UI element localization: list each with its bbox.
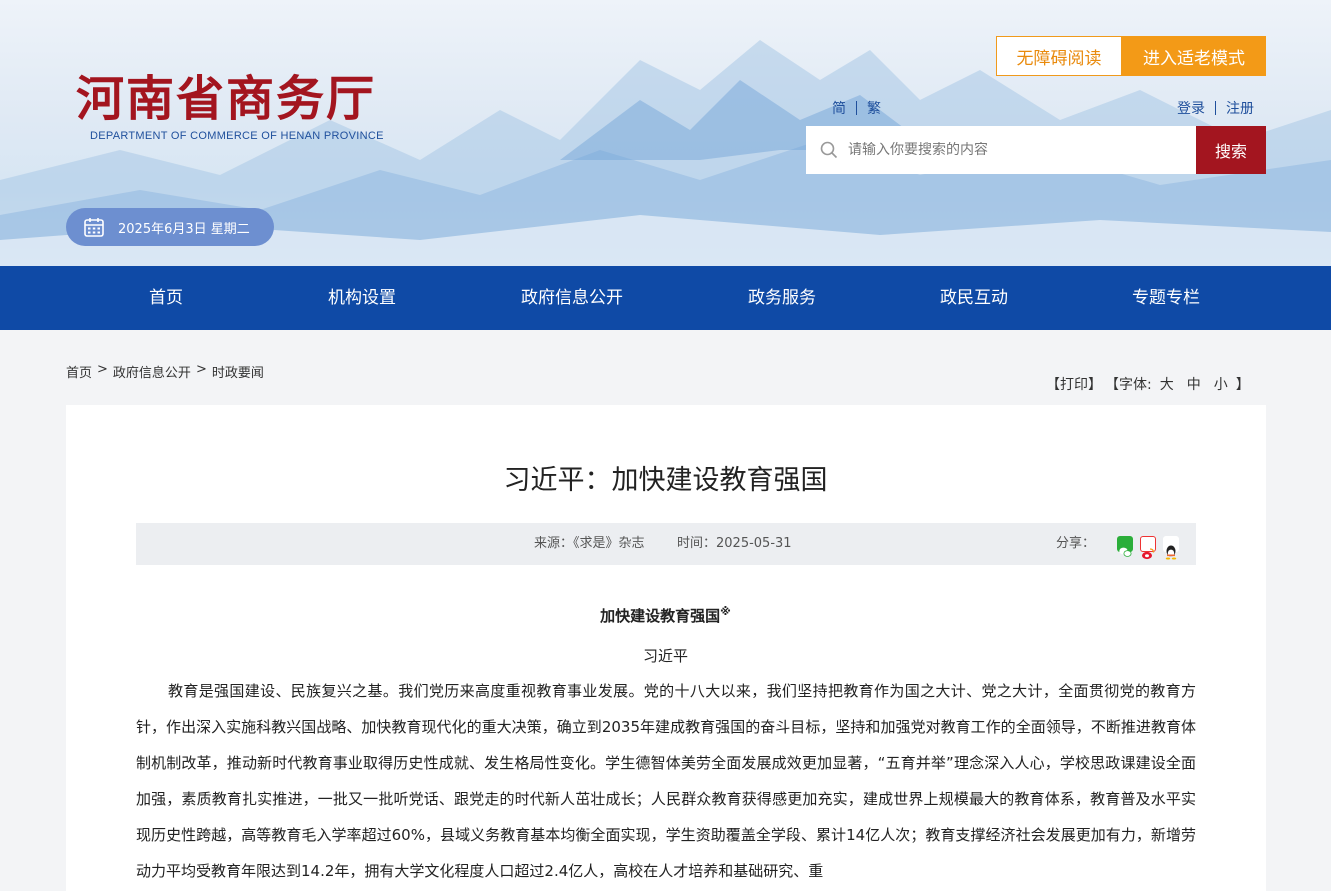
font-small-button[interactable]: 小	[1214, 374, 1228, 394]
article-meta: 来源：《求是》杂志 时间：2025-05-31 分享：	[136, 523, 1196, 565]
auth-links: 登录 注册	[1177, 98, 1254, 118]
print-button[interactable]: 【打印】	[1046, 374, 1102, 394]
footnote-mark: ※	[720, 605, 731, 618]
font-medium-button[interactable]: 中	[1187, 374, 1201, 394]
breadcrumb: 首页 > 政府信息公开 > 时政要闻	[66, 362, 264, 381]
nav-item-home[interactable]: 首页	[149, 266, 183, 330]
login-link[interactable]: 登录	[1177, 98, 1205, 118]
article-title: 习近平：加快建设教育强国	[503, 465, 828, 496]
lang-traditional-link[interactable]: 繁	[867, 98, 881, 118]
nav-item-gov-info[interactable]: 政府信息公开	[521, 266, 623, 330]
font-size-close: 】	[1235, 377, 1250, 393]
article-subtitle-text: 加快建设教育强国	[600, 607, 721, 625]
register-link[interactable]: 注册	[1226, 98, 1254, 118]
breadcrumb-separator: >	[195, 362, 207, 377]
elder-mode-button[interactable]: 进入适老模式	[1122, 36, 1266, 76]
site-logo-title[interactable]: 河南省商务厅	[76, 70, 376, 128]
breadcrumb-separator: >	[97, 362, 108, 377]
date-badge: 2025年6月3日 星期二	[66, 208, 274, 246]
share-bar: 分享：	[1056, 523, 1180, 565]
nav-item-gov-service[interactable]: 政务服务	[748, 266, 816, 330]
nav-item-organization[interactable]: 机构设置	[328, 266, 396, 330]
article-source: 来源：《求是》杂志	[534, 536, 645, 551]
nav-item-topics[interactable]: 专题专栏	[1132, 266, 1200, 330]
search-box	[806, 126, 1196, 174]
article-author: 习近平	[642, 647, 688, 665]
wechat-icon[interactable]	[1117, 536, 1134, 557]
qq-icon[interactable]	[1163, 536, 1180, 560]
article-tools: 【打印】 【字体: 大 中 小 】	[1046, 374, 1250, 394]
calendar-icon	[84, 218, 104, 237]
breadcrumb-home[interactable]: 首页	[66, 362, 92, 381]
divider	[1215, 101, 1216, 115]
language-switch: 简 繁	[832, 98, 881, 118]
breadcrumb-gov-info[interactable]: 政府信息公开	[113, 362, 191, 381]
font-large-button[interactable]: 大	[1160, 374, 1174, 394]
nav-item-interaction[interactable]: 政民互动	[940, 266, 1008, 330]
search-icon	[820, 141, 838, 159]
site-logo-subtitle: DEPARTMENT OF COMMERCE OF HENAN PROVINCE	[90, 130, 384, 142]
article-time: 时间：2025-05-31	[677, 536, 792, 551]
search-button[interactable]: 搜索	[1196, 126, 1266, 174]
accessible-reading-button[interactable]: 无障碍阅读	[996, 36, 1122, 76]
article-paragraph: 教育是强国建设、民族复兴之基。我们党历来高度重视教育事业发展。党的十八大以来，我…	[136, 682, 1196, 880]
divider	[856, 101, 857, 115]
weibo-icon[interactable]	[1140, 536, 1157, 560]
breadcrumb-current[interactable]: 时政要闻	[212, 362, 264, 381]
main-nav: 首页 机构设置 政府信息公开 政务服务 政民互动 专题专栏	[0, 266, 1331, 330]
share-label: 分享：	[1056, 536, 1096, 551]
font-size-label: 【字体:	[1105, 377, 1152, 393]
article-subtitle: 加快建设教育强国※	[0, 605, 1331, 626]
search-input[interactable]	[848, 142, 1178, 158]
site-header: 河南省商务厅 DEPARTMENT OF COMMERCE OF HENAN P…	[0, 0, 1331, 266]
lang-simplified-link[interactable]: 简	[832, 98, 846, 118]
current-date: 2025年6月3日 星期二	[118, 221, 250, 237]
